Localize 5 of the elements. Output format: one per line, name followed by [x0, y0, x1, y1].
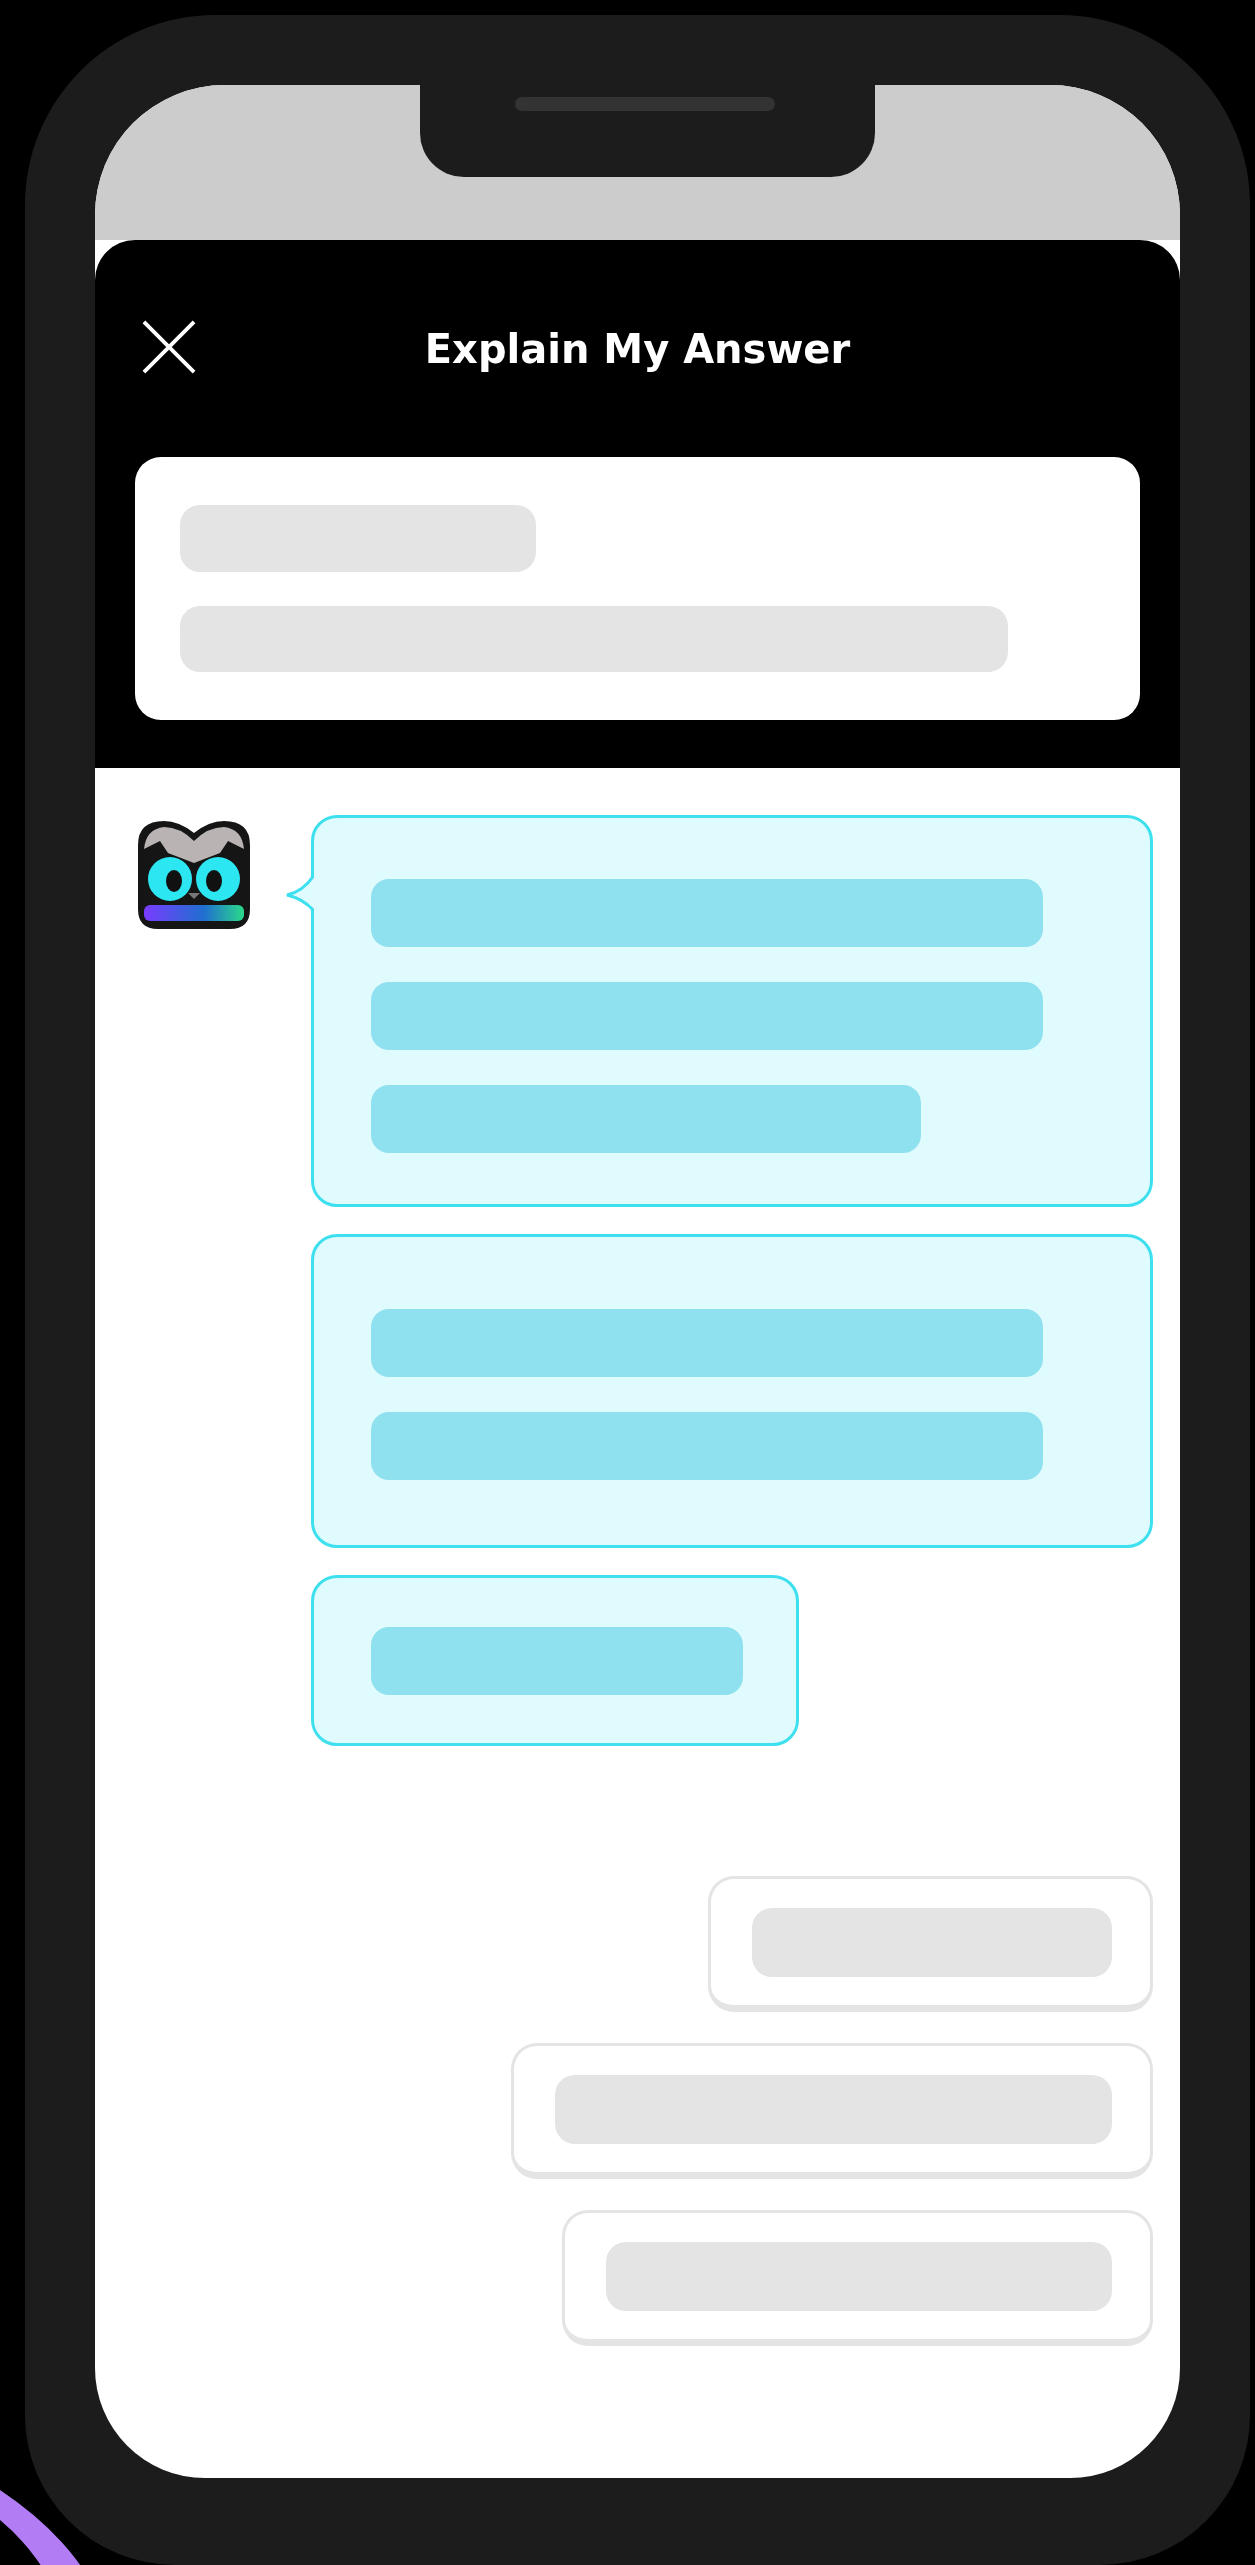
- close-icon[interactable]: [140, 320, 198, 374]
- reply-option[interactable]: [708, 1876, 1153, 2012]
- screen-title: Explain My Answer: [424, 325, 851, 372]
- reply-option[interactable]: [562, 2210, 1153, 2346]
- reply-option[interactable]: [511, 2043, 1153, 2179]
